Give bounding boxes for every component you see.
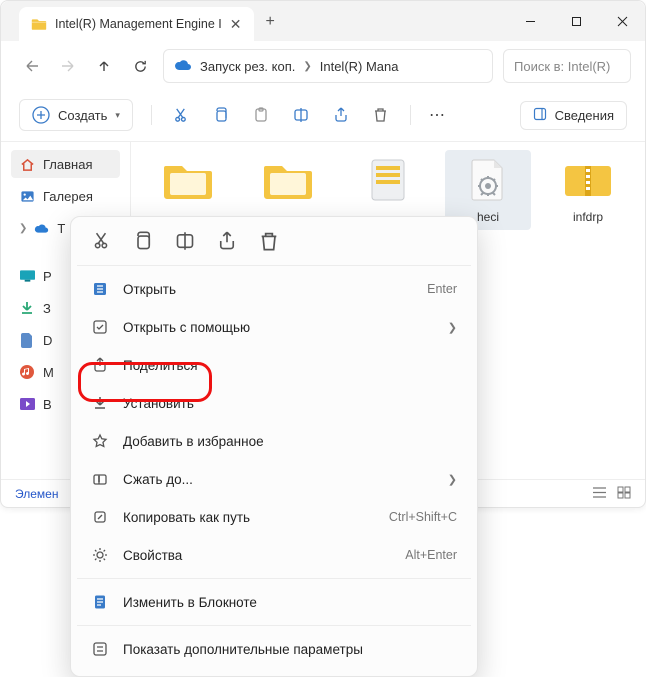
chevron-right-icon: ❯ — [448, 473, 457, 486]
breadcrumb-item[interactable]: Intel(R) Mana — [320, 59, 399, 74]
share-icon — [91, 356, 109, 374]
compress-icon — [91, 470, 109, 488]
star-icon — [91, 432, 109, 450]
forward-button — [55, 53, 81, 79]
rename-icon[interactable] — [290, 104, 312, 126]
document-icon — [19, 332, 35, 348]
video-icon — [19, 396, 35, 412]
minimize-button[interactable] — [507, 1, 553, 41]
rename-icon[interactable] — [175, 231, 195, 251]
new-tab-button[interactable]: + — [266, 13, 275, 31]
music-icon — [19, 364, 35, 380]
install-icon — [91, 394, 109, 412]
ctx-compress[interactable]: Сжать до... ❯ — [77, 460, 471, 498]
folder-icon — [262, 156, 314, 204]
chevron-right-icon: ❯ — [448, 321, 457, 334]
home-icon — [19, 156, 35, 172]
cut-icon[interactable] — [91, 231, 111, 251]
context-menu: Открыть Enter Открыть с помощью ❯ Подели… — [70, 216, 478, 677]
tab-title: Intel(R) Management Engine I — [55, 17, 222, 31]
cloud-icon — [174, 59, 192, 74]
window-controls — [507, 1, 645, 41]
ctx-edit-notepad[interactable]: Изменить в Блокноте — [77, 583, 471, 621]
titlebar: Intel(R) Management Engine I ✕ + — [1, 1, 645, 41]
cut-icon[interactable] — [170, 104, 192, 126]
chevron-right-icon: ❯ — [303, 61, 311, 72]
navigation-row: Запуск рез. коп. ❯ Intel(R) Mana Поиск в… — [1, 41, 645, 93]
breadcrumb-item[interactable]: Запуск рез. коп. — [200, 59, 295, 74]
zip-file-icon — [562, 156, 614, 204]
cloud-icon — [33, 220, 49, 236]
open-icon — [91, 280, 109, 298]
ctx-favorite[interactable]: Добавить в избранное — [77, 422, 471, 460]
sidebar-home[interactable]: Главная — [11, 150, 120, 178]
toolbar: Создать ▾ ⋯ Сведения — [1, 93, 645, 142]
folder-icon — [31, 17, 47, 31]
copy-path-icon — [91, 508, 109, 526]
ctx-copy-path[interactable]: Копировать как путь Ctrl+Shift+C — [77, 498, 471, 536]
refresh-button[interactable] — [127, 53, 153, 79]
paste-icon[interactable] — [250, 104, 272, 126]
close-button[interactable] — [599, 1, 645, 41]
maximize-button[interactable] — [553, 1, 599, 41]
gallery-icon — [19, 188, 35, 204]
properties-icon — [91, 546, 109, 564]
chevron-down-icon: ▾ — [115, 110, 120, 121]
info-icon — [533, 107, 547, 124]
ctx-more-options[interactable]: Показать дополнительные параметры — [77, 630, 471, 668]
copy-icon[interactable] — [133, 231, 153, 251]
ctx-open-with[interactable]: Открыть с помощью ❯ — [77, 308, 471, 346]
folder-icon — [162, 156, 214, 204]
delete-icon[interactable] — [259, 231, 279, 251]
ctx-properties[interactable]: Свойства Alt+Enter — [77, 536, 471, 574]
view-grid-icon[interactable] — [617, 486, 631, 502]
more-button[interactable]: ⋯ — [429, 105, 447, 125]
setup-file-icon — [362, 156, 414, 204]
share-icon[interactable] — [217, 231, 237, 251]
download-icon — [19, 300, 35, 316]
file-item[interactable]: infdrp — [545, 150, 631, 230]
open-with-icon — [91, 318, 109, 336]
view-list-icon[interactable] — [592, 486, 607, 502]
create-button[interactable]: Создать ▾ — [19, 99, 133, 131]
back-button[interactable] — [19, 53, 45, 79]
desktop-icon — [19, 268, 35, 284]
ctx-open[interactable]: Открыть Enter — [77, 270, 471, 308]
address-bar[interactable]: Запуск рез. коп. ❯ Intel(R) Mana — [163, 49, 493, 83]
ctx-install[interactable]: Установить — [77, 384, 471, 422]
file-label: heci — [477, 210, 499, 224]
share-icon[interactable] — [330, 104, 352, 126]
delete-icon[interactable] — [370, 104, 392, 126]
more-options-icon — [91, 640, 109, 658]
ctx-share[interactable]: Поделиться — [77, 346, 471, 384]
notepad-icon — [91, 593, 109, 611]
tab-active[interactable]: Intel(R) Management Engine I ✕ — [19, 7, 254, 41]
tab-close-icon[interactable]: ✕ — [230, 17, 242, 31]
file-label: infdrp — [573, 210, 603, 224]
plus-circle-icon — [32, 106, 50, 124]
up-button[interactable] — [91, 53, 117, 79]
expand-icon[interactable]: ❯ — [19, 223, 27, 234]
details-button[interactable]: Сведения — [520, 101, 627, 130]
sidebar-gallery[interactable]: Галерея — [11, 182, 120, 210]
status-text: Элемен — [15, 487, 58, 501]
search-input[interactable]: Поиск в: Intel(R) — [503, 49, 631, 83]
inf-file-icon — [462, 156, 514, 204]
copy-icon[interactable] — [210, 104, 232, 126]
